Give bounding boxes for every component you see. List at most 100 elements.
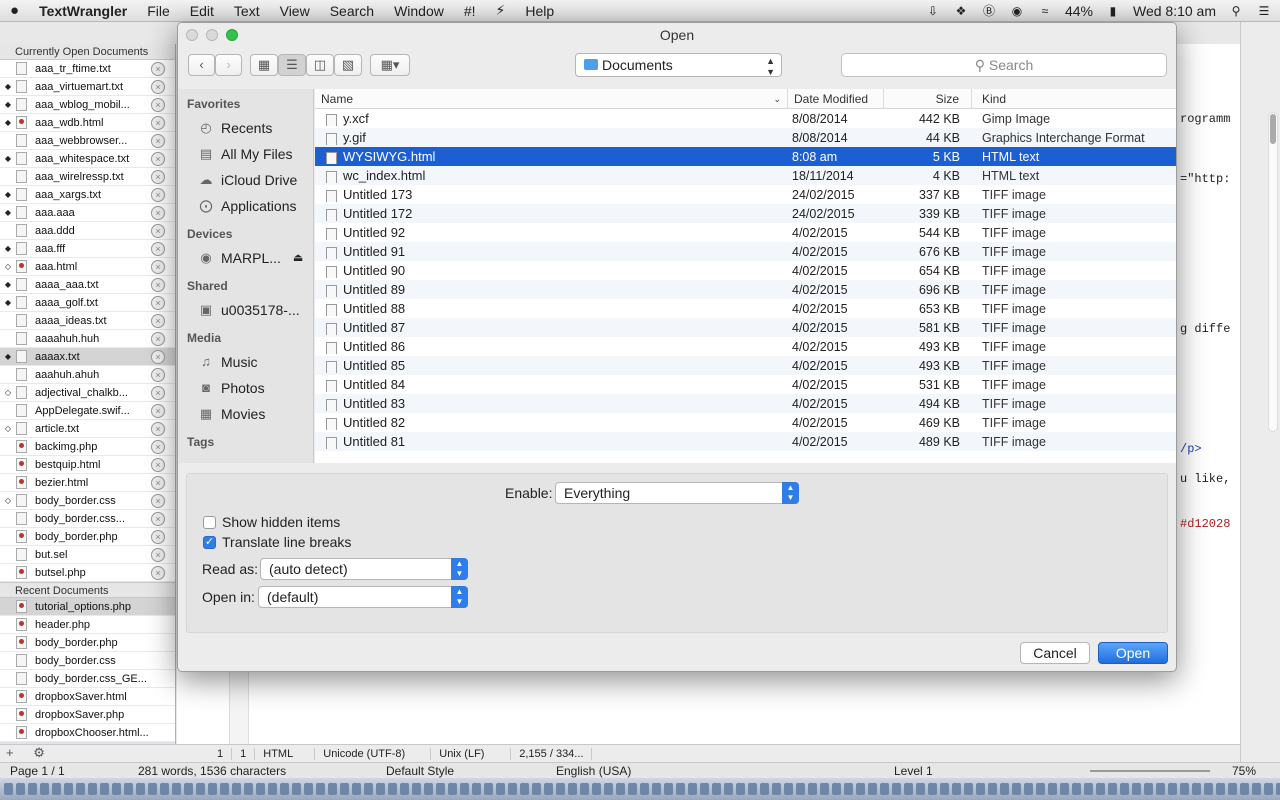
list-item[interactable]: backimg.php × xyxy=(0,438,175,456)
close-document-icon[interactable]: × xyxy=(151,169,165,184)
linebreaks-popup[interactable]: Unix (LF) xyxy=(431,747,512,760)
list-item[interactable]: aaahuh.ahuh × xyxy=(0,366,175,384)
list-item[interactable]: dropboxSaver.html xyxy=(0,688,175,706)
sidebar-item-applications[interactable]: ⨀ Applications xyxy=(178,193,313,219)
table-row[interactable]: Untitled 83 4/02/2015 494 KB TIFF image xyxy=(315,394,1176,413)
open-button[interactable]: Open xyxy=(1098,642,1168,664)
dock-app-icon[interactable] xyxy=(856,783,865,795)
list-item[interactable]: aaa_wirelressp.txt × xyxy=(0,168,175,186)
dock-app-icon[interactable] xyxy=(964,783,973,795)
dock-app-icon[interactable] xyxy=(568,783,577,795)
dock-app-icon[interactable] xyxy=(364,783,373,795)
close-document-icon[interactable]: × xyxy=(151,187,165,202)
dock-app-icon[interactable] xyxy=(880,783,889,795)
table-row[interactable]: Untitled 81 4/02/2015 489 KB TIFF image xyxy=(315,432,1176,451)
checkbox-box[interactable] xyxy=(203,515,216,529)
dock-app-icon[interactable] xyxy=(124,783,133,795)
menu-view[interactable]: View xyxy=(270,3,320,19)
dock-app-icon[interactable] xyxy=(88,783,97,795)
dock-app-icon[interactable] xyxy=(1216,783,1225,795)
dock-app-icon[interactable] xyxy=(544,783,553,795)
dock-app-icon[interactable] xyxy=(1096,783,1105,795)
table-row[interactable]: Untitled 89 4/02/2015 696 KB TIFF image xyxy=(315,280,1176,299)
sidebar-item-icloud-drive[interactable]: ☁ iCloud Drive xyxy=(178,167,313,193)
table-row[interactable]: Untitled 92 4/02/2015 544 KB TIFF image xyxy=(315,223,1176,242)
dock-app-icon[interactable] xyxy=(520,783,529,795)
dock-app-icon[interactable] xyxy=(244,783,253,795)
apple-menu-icon[interactable]: ● xyxy=(0,2,29,19)
close-document-icon[interactable]: × xyxy=(151,403,165,418)
table-row[interactable]: y.xcf 8/08/2014 442 KB Gimp Image xyxy=(315,109,1176,128)
menu-help[interactable]: Help xyxy=(515,3,564,19)
dock-app-icon[interactable] xyxy=(772,783,781,795)
dock-app-icon[interactable] xyxy=(940,783,949,795)
dock-app-icon[interactable] xyxy=(136,783,145,795)
zoom-slider[interactable] xyxy=(1090,770,1210,772)
dock-app-icon[interactable] xyxy=(616,783,625,795)
close-document-icon[interactable]: × xyxy=(151,295,165,310)
dock-app-icon[interactable] xyxy=(868,783,877,795)
dock-app-icon[interactable] xyxy=(1084,783,1093,795)
close-document-icon[interactable]: × xyxy=(151,385,165,400)
dock-app-icon[interactable] xyxy=(220,783,229,795)
dock-app-icon[interactable] xyxy=(412,783,421,795)
dock-app-icon[interactable] xyxy=(1036,783,1045,795)
close-document-icon[interactable]: × xyxy=(151,529,165,544)
dock-app-icon[interactable] xyxy=(508,783,517,795)
cancel-button[interactable]: Cancel xyxy=(1020,642,1090,664)
menu-edit[interactable]: Edit xyxy=(180,3,224,19)
menu-scripts-icon[interactable]: ⚡ xyxy=(486,2,516,19)
location-popup[interactable]: Documents ▲ ▼ xyxy=(575,53,782,77)
dock-app-icon[interactable] xyxy=(580,783,589,795)
dock-app-icon[interactable] xyxy=(1132,783,1141,795)
close-document-icon[interactable]: × xyxy=(151,79,165,94)
list-item[interactable]: tutorial_options.php xyxy=(0,598,175,616)
checkbox-box[interactable]: ✓ xyxy=(203,535,216,549)
arrange-button[interactable]: ▦▾ xyxy=(370,54,410,76)
sidebar-item-u0035178[interactable]: ▣ u0035178-... xyxy=(178,297,313,323)
dock-app-icon[interactable] xyxy=(592,783,601,795)
dock-app-icon[interactable] xyxy=(1156,783,1165,795)
list-item[interactable]: aaa_tr_ftime.txt × xyxy=(0,60,175,78)
app-status-icon[interactable]: ❖ xyxy=(953,4,969,18)
dock-app-icon[interactable] xyxy=(928,783,937,795)
dock-app-icon[interactable] xyxy=(1000,783,1009,795)
dock-app-icon[interactable] xyxy=(448,783,457,795)
list-item[interactable]: ◆ aaa_xargs.txt × xyxy=(0,186,175,204)
dock-app-icon[interactable] xyxy=(976,783,985,795)
dock-app-icon[interactable] xyxy=(1024,783,1033,795)
dock-app-icon[interactable] xyxy=(196,783,205,795)
close-document-icon[interactable]: × xyxy=(151,97,165,112)
list-item[interactable]: aaaahuh.huh × xyxy=(0,330,175,348)
dock-app-icon[interactable] xyxy=(1120,783,1129,795)
dock-app-icon[interactable] xyxy=(160,783,169,795)
dock-app-icon[interactable] xyxy=(892,783,901,795)
dock-app-icon[interactable] xyxy=(304,783,313,795)
dock-app-icon[interactable] xyxy=(844,783,853,795)
dock-app-icon[interactable] xyxy=(172,783,181,795)
close-button[interactable] xyxy=(186,29,198,41)
dock-app-icon[interactable] xyxy=(52,783,61,795)
battery-percent[interactable]: 44% xyxy=(1065,3,1093,19)
close-document-icon[interactable]: × xyxy=(151,457,165,472)
dock-app-icon[interactable] xyxy=(328,783,337,795)
dock-app-icon[interactable] xyxy=(712,783,721,795)
language-popup[interactable]: HTML xyxy=(255,747,316,760)
list-item[interactable]: aaa_webbrowser... × xyxy=(0,132,175,150)
dock-app-icon[interactable] xyxy=(664,783,673,795)
table-row[interactable]: Untitled 90 4/02/2015 654 KB TIFF image xyxy=(315,261,1176,280)
dock-app-icon[interactable] xyxy=(604,783,613,795)
dock-app-icon[interactable] xyxy=(1264,783,1273,795)
dock-app-icon[interactable] xyxy=(676,783,685,795)
list-item[interactable]: body_border.php xyxy=(0,634,175,652)
dock-app-icon[interactable] xyxy=(532,783,541,795)
list-item[interactable]: ◆ aaa_wblog_mobil... × xyxy=(0,96,175,114)
list-item[interactable]: AppDelegate.swif... × xyxy=(0,402,175,420)
dock-app-icon[interactable] xyxy=(652,783,661,795)
close-document-icon[interactable]: × xyxy=(151,205,165,220)
dock-app-icon[interactable] xyxy=(112,783,121,795)
close-document-icon[interactable]: × xyxy=(151,475,165,490)
table-row[interactable]: Untitled 87 4/02/2015 581 KB TIFF image xyxy=(315,318,1176,337)
close-document-icon[interactable]: × xyxy=(151,259,165,274)
table-row[interactable]: Untitled 172 24/02/2015 339 KB TIFF image xyxy=(315,204,1176,223)
